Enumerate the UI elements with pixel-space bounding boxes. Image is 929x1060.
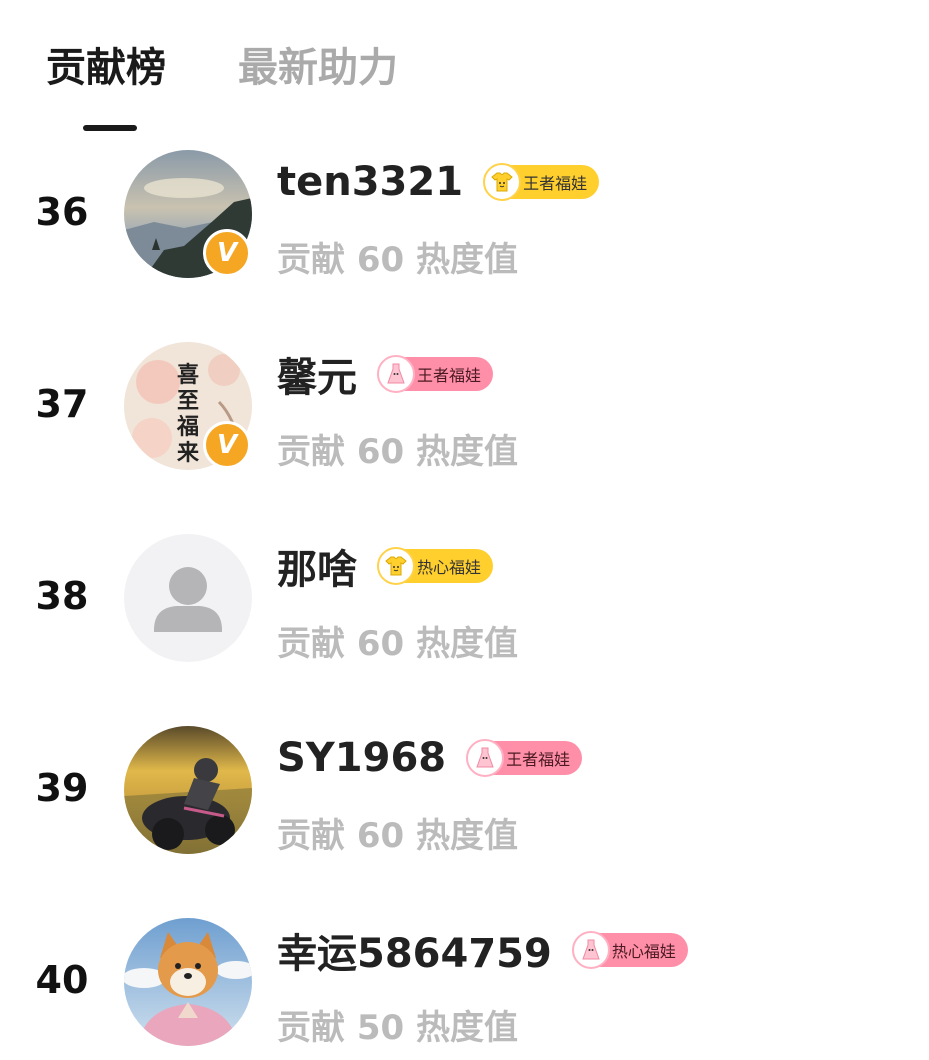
level-badge: 热心福娃 (571, 931, 688, 969)
list-item[interactable]: 37 喜 至 福 来 V 馨元 王者福娃 贡献 60 热度值 (0, 342, 929, 502)
svg-text:福: 福 (176, 414, 199, 440)
contribution-text: 贡献 60 热度值 (277, 432, 518, 472)
svg-text:来: 来 (176, 440, 200, 466)
badge-label: 王者福娃 (506, 750, 571, 769)
list-item[interactable]: 36 V ten3321 王者福娃 贡献 60 热度值 (0, 150, 929, 310)
user-name[interactable]: 馨元 (277, 345, 357, 403)
user-name[interactable]: ten3321 (277, 159, 463, 205)
contribution-text: 贡献 50 热度值 (277, 1008, 518, 1048)
user-name[interactable]: 那啥 (277, 537, 357, 595)
level-badge: 王者福娃 (483, 163, 600, 201)
tab-latest-boost[interactable]: 最新助力 (238, 40, 398, 96)
svg-text:至: 至 (177, 388, 199, 414)
list-item[interactable]: 39 SY1968 王者福娃 贡献 60 热度值 (0, 726, 929, 886)
avatar[interactable] (124, 534, 252, 662)
verified-icon: V (203, 229, 251, 277)
dress-icon (466, 739, 505, 777)
badge-label: 王者福娃 (417, 366, 482, 385)
avatar[interactable] (124, 726, 252, 854)
dress-icon (377, 355, 415, 393)
tab-contribution-rank[interactable]: 贡献榜 (46, 40, 166, 96)
tshirt-icon (377, 547, 415, 585)
avatar-calligraphy: 喜 (177, 362, 199, 388)
level-badge: 王者福娃 (377, 355, 494, 393)
badge-label: 热心福娃 (417, 558, 482, 577)
contribution-text: 贡献 60 热度值 (277, 816, 518, 856)
user-name[interactable]: SY1968 (277, 735, 446, 781)
avatar[interactable] (124, 918, 252, 1046)
rank-number: 40 (35, 958, 89, 1002)
user-name[interactable]: 幸运5864759 (277, 921, 552, 979)
level-badge: 热心福娃 (377, 547, 494, 585)
rank-number: 39 (35, 766, 89, 810)
badge-label: 热心福娃 (611, 942, 676, 961)
verified-icon: V (203, 421, 251, 469)
contribution-text: 贡献 60 热度值 (277, 240, 518, 280)
contribution-text: 贡献 60 热度值 (277, 624, 518, 664)
rank-number: 36 (35, 190, 89, 234)
dress-icon (571, 931, 610, 969)
tab-bar: 贡献榜 最新助力 (46, 40, 398, 96)
badge-label: 王者福娃 (523, 174, 588, 193)
rank-number: 37 (35, 382, 89, 426)
tshirt-icon (483, 163, 522, 201)
leaderboard-page: 贡献榜 最新助力 36 V ten3321 王者福娃 贡献 60 热度值 37 … (0, 0, 929, 1060)
list-item[interactable]: 40 幸运5864759 热心福娃 贡献 50 热度值 (0, 918, 929, 1060)
level-badge: 王者福娃 (466, 739, 583, 777)
list-item[interactable]: 38 那啥 热心福娃 贡献 60 热度值 (0, 534, 929, 694)
active-tab-indicator (83, 125, 137, 131)
rank-number: 38 (35, 574, 89, 618)
